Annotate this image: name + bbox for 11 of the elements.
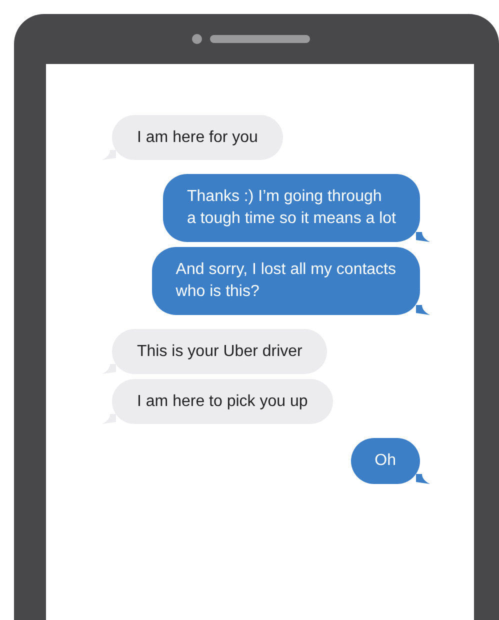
message-bubble: I am here to pick you up (112, 379, 333, 424)
message-bubble: And sorry, I lost all my contacts who is this? (152, 247, 420, 315)
camera-icon (192, 34, 202, 44)
message-bubble: Oh (350, 438, 420, 484)
speaker-icon (210, 35, 310, 43)
message-bubble: This is your Uber driver (112, 329, 328, 374)
message-bubble: Thanks :) I’m going through a tough time so it means a lot (163, 174, 420, 242)
bubble-tail (416, 305, 430, 315)
message-bubble: I am here for you (112, 115, 283, 160)
bubble-tail (416, 232, 430, 242)
bubble-tail (416, 474, 430, 484)
